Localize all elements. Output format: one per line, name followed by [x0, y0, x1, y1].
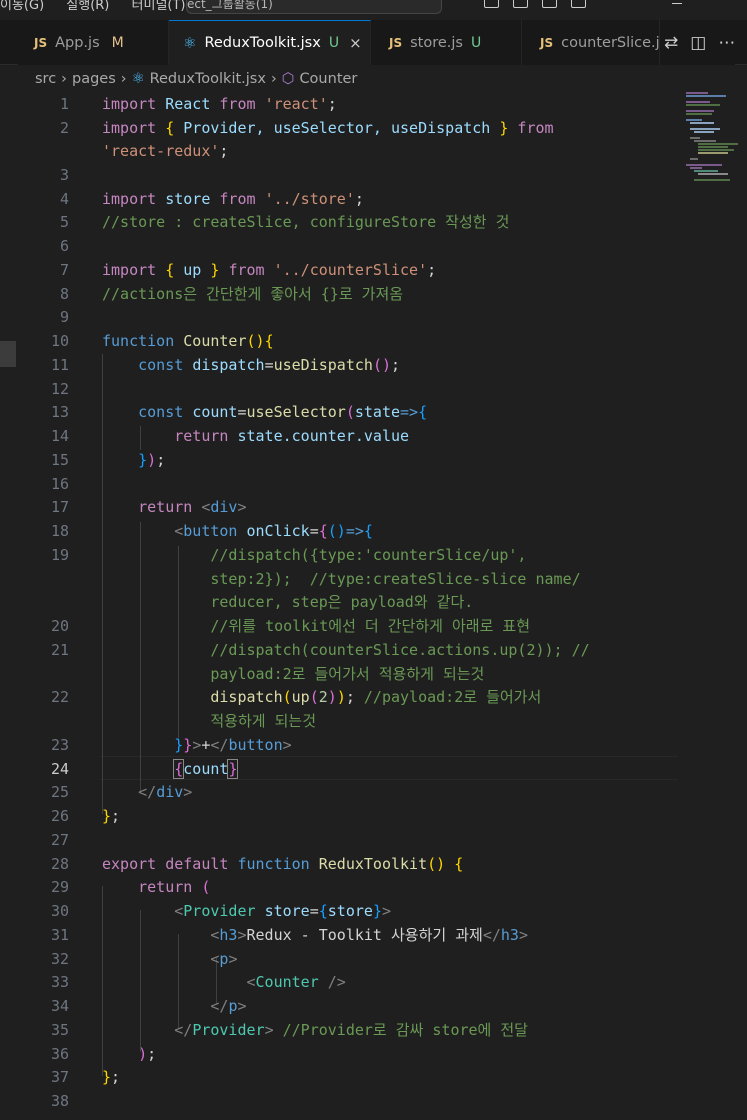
more-actions-icon[interactable]: ⋯: [718, 33, 735, 53]
menu-item-go[interactable]: 이동(G): [0, 0, 44, 13]
layout-controls: [484, 0, 586, 8]
line-number: 16: [50, 475, 69, 493]
tab-status-untracked: U: [470, 34, 482, 51]
code-line[interactable]: const dispatch=useDispatch();: [0, 353, 680, 377]
code-line[interactable]: });: [0, 448, 680, 472]
code-line[interactable]: <button onClick={()=>{: [0, 519, 680, 543]
tab-store-js[interactable]: JS store.js U: [371, 20, 522, 65]
title-bar: 이동(G) 실행(R) 터미널(T) ect_그룹활동(1): [0, 0, 747, 20]
code-line[interactable]: import store from '../store';: [0, 187, 680, 211]
customize-layout-icon[interactable]: [571, 0, 586, 8]
code-line-wrapped[interactable]: reducer, step은 payload와 같다.: [0, 590, 680, 614]
code-line[interactable]: </Provider> //Provider로 감싸 store에 전달: [0, 1018, 680, 1042]
code-line[interactable]: <Provider store={store}>: [0, 899, 680, 923]
line-number: 38: [50, 1092, 69, 1110]
code-line[interactable]: return <div>: [0, 495, 680, 519]
line-number: 27: [50, 831, 69, 849]
code-line[interactable]: //dispatch(counterSlice.actions.up(2)); …: [0, 638, 680, 662]
tab-reduxtoolkit-jsx[interactable]: ⚛ ReduxToolkit.jsx U ×: [169, 20, 371, 65]
js-icon: JS: [540, 35, 554, 50]
code-line-wrapped[interactable]: 적용하게 되는것: [0, 709, 680, 733]
command-center[interactable]: ect_그룹활동(1): [186, 0, 442, 14]
breadcrumb-item-pages[interactable]: pages: [72, 71, 116, 87]
code-line[interactable]: //actions은 간단한게 좋아서 {}로 가져옴: [0, 282, 680, 306]
tab-label: App.js: [55, 34, 100, 51]
code-line[interactable]: const count=useSelector(state=>{: [0, 400, 680, 424]
line-number: 9: [59, 308, 69, 326]
toggle-secondary-sidebar-icon[interactable]: [542, 0, 557, 8]
editor-actions: ⇄ ◫ ⋯: [660, 20, 736, 65]
code-line[interactable]: //dispatch({type:'counterSlice/up',: [0, 543, 680, 567]
tab-counterslice-js[interactable]: JS counterSlice.js: [522, 20, 660, 65]
code-line[interactable]: export default function ReduxToolkit() {: [0, 852, 680, 876]
line-number: 12: [50, 380, 69, 398]
tab-label: ReduxToolkit.jsx: [204, 35, 321, 51]
code-line-wrapped[interactable]: payload:2로 들어가서 적용하게 되는것: [0, 662, 680, 686]
source-control-compare-icon[interactable]: ⇄: [664, 33, 678, 53]
code-line[interactable]: <p>: [0, 947, 680, 971]
react-icon: ⚛: [131, 71, 145, 87]
code-line[interactable]: import { Provider, useSelector, useDispa…: [0, 116, 680, 140]
minimize-icon[interactable]: [672, 3, 682, 4]
code-line[interactable]: <h3>Redux - Toolkit 사용하기 과제</h3>: [0, 923, 680, 947]
toggle-primary-sidebar-icon[interactable]: [484, 0, 499, 8]
code-line[interactable]: import { up } from '../counterSlice';: [0, 258, 680, 282]
code-line[interactable]: //위를 toolkit에선 더 간단하게 아래로 표현: [0, 614, 680, 638]
tab-app-js[interactable]: JS App.js M: [18, 20, 169, 65]
line-number: 3: [59, 166, 69, 184]
chevron-right-icon: ›: [61, 71, 67, 87]
close-icon[interactable]: ×: [349, 34, 362, 52]
code-line[interactable]: </div>: [0, 780, 680, 804]
code-line-wrapped[interactable]: 'react-redux';: [0, 139, 680, 163]
menu-item-run[interactable]: 실행(R): [66, 0, 109, 13]
menu-bar: 이동(G) 실행(R) 터미널(T): [0, 0, 204, 13]
breadcrumb: src › pages › ⚛ ReduxToolkit.jsx › ⬡ Cou…: [0, 66, 747, 92]
line-number: 6: [59, 237, 69, 255]
command-center-label: ect_그룹활동(1): [187, 0, 273, 11]
breadcrumb-item-file[interactable]: ReduxToolkit.jsx: [150, 71, 266, 87]
split-editor-icon[interactable]: ◫: [690, 33, 706, 53]
code-line[interactable]: function Counter(){: [0, 329, 680, 353]
tab-label: counterSlice.js: [561, 34, 660, 51]
code-line[interactable]: </p>: [0, 994, 680, 1018]
code-line[interactable]: import React from 'react';: [0, 92, 680, 116]
toggle-panel-icon[interactable]: [513, 0, 528, 8]
code-line[interactable]: }}>+</button>: [0, 733, 680, 757]
bracket-match: {: [173, 759, 185, 779]
code-line-current[interactable]: {count}: [0, 757, 680, 781]
tab-bar: JS App.js M ⚛ ReduxToolkit.jsx U × JS st…: [0, 20, 747, 65]
js-icon: JS: [389, 35, 403, 50]
breadcrumb-item-symbol[interactable]: Counter: [299, 71, 357, 87]
code-line[interactable]: return state.counter.value: [0, 424, 680, 448]
menu-item-terminal[interactable]: 터미널(T): [132, 0, 186, 13]
code-line[interactable]: return (: [0, 875, 680, 899]
code-line-wrapped[interactable]: step:2}); //type:createSlice-slice name/: [0, 567, 680, 591]
code-line[interactable]: <Counter />: [0, 970, 680, 994]
js-icon: JS: [34, 35, 48, 50]
breadcrumb-item-src[interactable]: src: [35, 71, 56, 87]
code-line[interactable]: //store : createSlice, configureStore 작성…: [0, 210, 680, 234]
minimap[interactable]: [684, 92, 747, 182]
react-icon: ⚛: [183, 34, 197, 52]
code-line[interactable]: };: [0, 1065, 680, 1089]
chevron-right-icon: ›: [270, 71, 277, 87]
code-line[interactable]: dispatch(up(2)); //payload:2로 들어가서: [0, 685, 680, 709]
code-line[interactable]: );: [0, 1042, 680, 1066]
chevron-right-icon: ›: [120, 71, 127, 87]
code-line[interactable]: };: [0, 804, 680, 828]
bracket-match: }: [227, 759, 239, 779]
tab-status-untracked: U: [328, 35, 340, 51]
tab-label: store.js: [410, 34, 463, 51]
code-editor[interactable]: 1 2 3 4 5 6 7 8 9 10 11 12 13 14 15 16 1…: [0, 92, 747, 1120]
symbol-cube-icon: ⬡: [281, 71, 295, 87]
tab-status-modified: M: [111, 34, 124, 51]
